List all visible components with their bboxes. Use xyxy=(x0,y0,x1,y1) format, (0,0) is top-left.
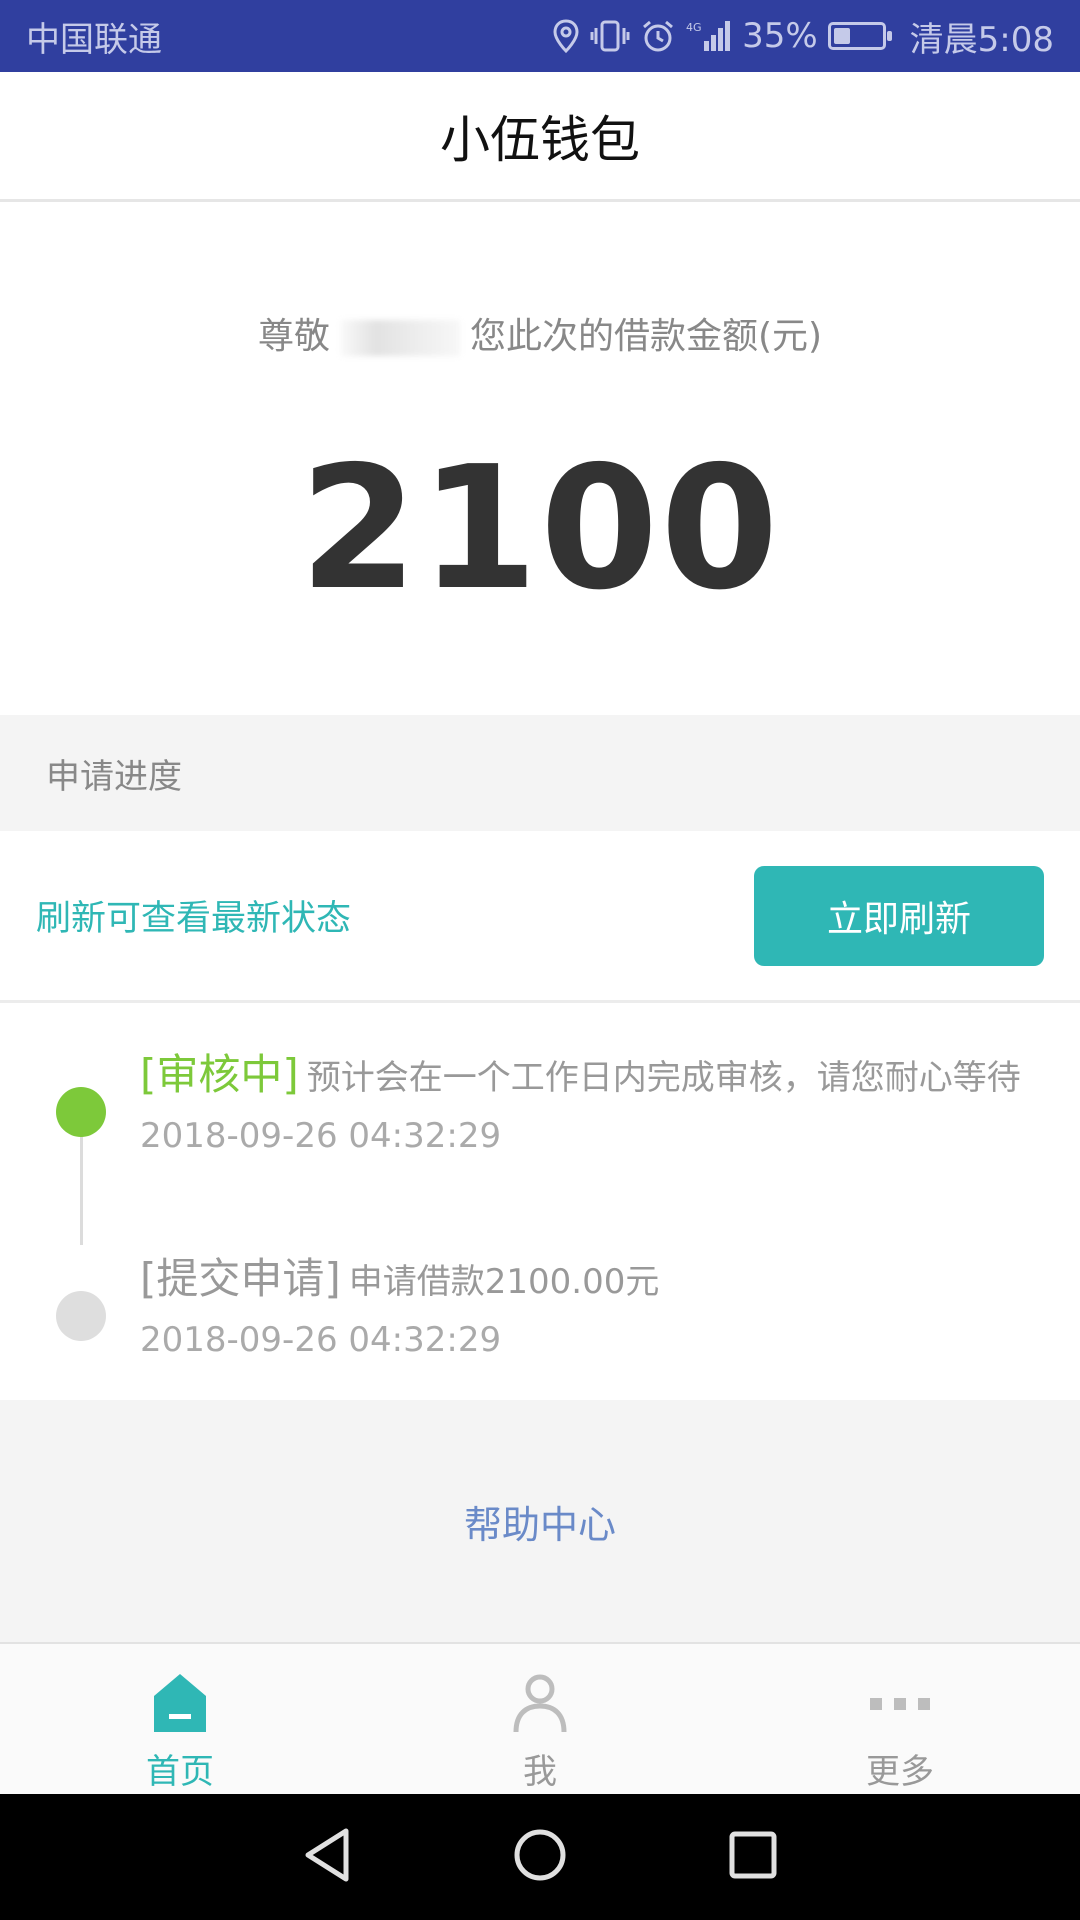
more-icon xyxy=(865,1670,935,1736)
nav-label-home: 首页 xyxy=(146,1752,214,1792)
timeline-dot-active xyxy=(56,1087,106,1137)
system-nav-bar xyxy=(0,1794,1080,1920)
timeline-item: [提交申请] 申请借款2100.00元 2018-09-26 04:32:29 xyxy=(140,1245,1070,1360)
timeline-time: 2018-09-26 04:32:29 xyxy=(140,1116,502,1156)
timeline-item: [审核中] 预计会在一个工作日内完成审核，请您耐心等待 2018-09-26 04… xyxy=(140,1041,1070,1156)
signal-4g-icon: 4G xyxy=(686,19,732,53)
home-icon xyxy=(145,1670,215,1736)
alarm-icon xyxy=(640,19,676,53)
person-icon xyxy=(505,1670,575,1736)
status-bar: 中国联通 4G 35% 清晨5:08 xyxy=(0,0,1080,72)
greeting-suffix: 您此次的借款金额(元) xyxy=(469,316,823,357)
progress-section-header: 申请进度 xyxy=(0,715,1080,831)
timeline-dot-inactive xyxy=(56,1291,106,1341)
battery-fill xyxy=(833,28,850,44)
progress-section-title: 申请进度 xyxy=(46,756,182,797)
refresh-now-button[interactable]: 立即刷新 xyxy=(754,865,1044,966)
help-center-link[interactable]: 帮助中心 xyxy=(464,1494,616,1549)
timeline-time: 2018-09-26 04:32:29 xyxy=(140,1320,502,1360)
timeline-connector xyxy=(80,1135,83,1245)
progress-timeline: [审核中] 预计会在一个工作日内完成审核，请您耐心等待 2018-09-26 04… xyxy=(0,1005,1080,1400)
timeline-description: 预计会在一个工作日内完成审核，请您耐心等待 xyxy=(306,1058,1021,1098)
battery-percent: 35% xyxy=(742,16,818,56)
greeting-prefix: 尊敬 xyxy=(257,316,330,357)
greeting: 尊敬 您此次的借款金额(元) xyxy=(0,307,1080,359)
svg-text:4G: 4G xyxy=(686,21,702,34)
status-icons: 4G 35% 清晨5:08 xyxy=(552,12,1054,61)
loan-amount: 2100 xyxy=(299,430,781,628)
nav-label-more: 更多 xyxy=(866,1752,934,1792)
vibrate-icon xyxy=(590,19,630,53)
refresh-row: 刷新可查看最新状态 立即刷新 xyxy=(0,831,1080,1003)
battery-icon xyxy=(827,22,892,50)
refresh-hint: 刷新可查看最新状态 xyxy=(36,899,352,939)
recents-icon[interactable] xyxy=(728,1830,778,1884)
help-area: 帮助中心 xyxy=(0,1400,1080,1642)
back-icon[interactable] xyxy=(302,1827,352,1887)
timeline-status: [审核中] xyxy=(140,1050,299,1099)
nav-item-home[interactable]: 首页 xyxy=(0,1644,360,1794)
nav-label-me: 我 xyxy=(523,1752,557,1792)
nav-item-more[interactable]: 更多 xyxy=(720,1644,1080,1794)
loan-amount-section: 尊敬 您此次的借款金额(元) 2100 xyxy=(0,205,1080,715)
status-time: 清晨5:08 xyxy=(909,19,1054,60)
timeline-status: [提交申请] xyxy=(140,1254,341,1303)
bottom-nav: 首页 我 更多 xyxy=(0,1642,1080,1794)
nav-item-me[interactable]: 我 xyxy=(360,1644,720,1794)
app-header: 小伍钱包 xyxy=(0,72,1080,202)
location-icon xyxy=(552,19,580,53)
blurred-user-name xyxy=(339,320,460,356)
home-circle-icon[interactable] xyxy=(512,1827,568,1887)
carrier-name: 中国联通 xyxy=(26,19,162,60)
page-title: 小伍钱包 xyxy=(440,110,640,169)
timeline-description: 申请借款2100.00元 xyxy=(348,1262,660,1302)
